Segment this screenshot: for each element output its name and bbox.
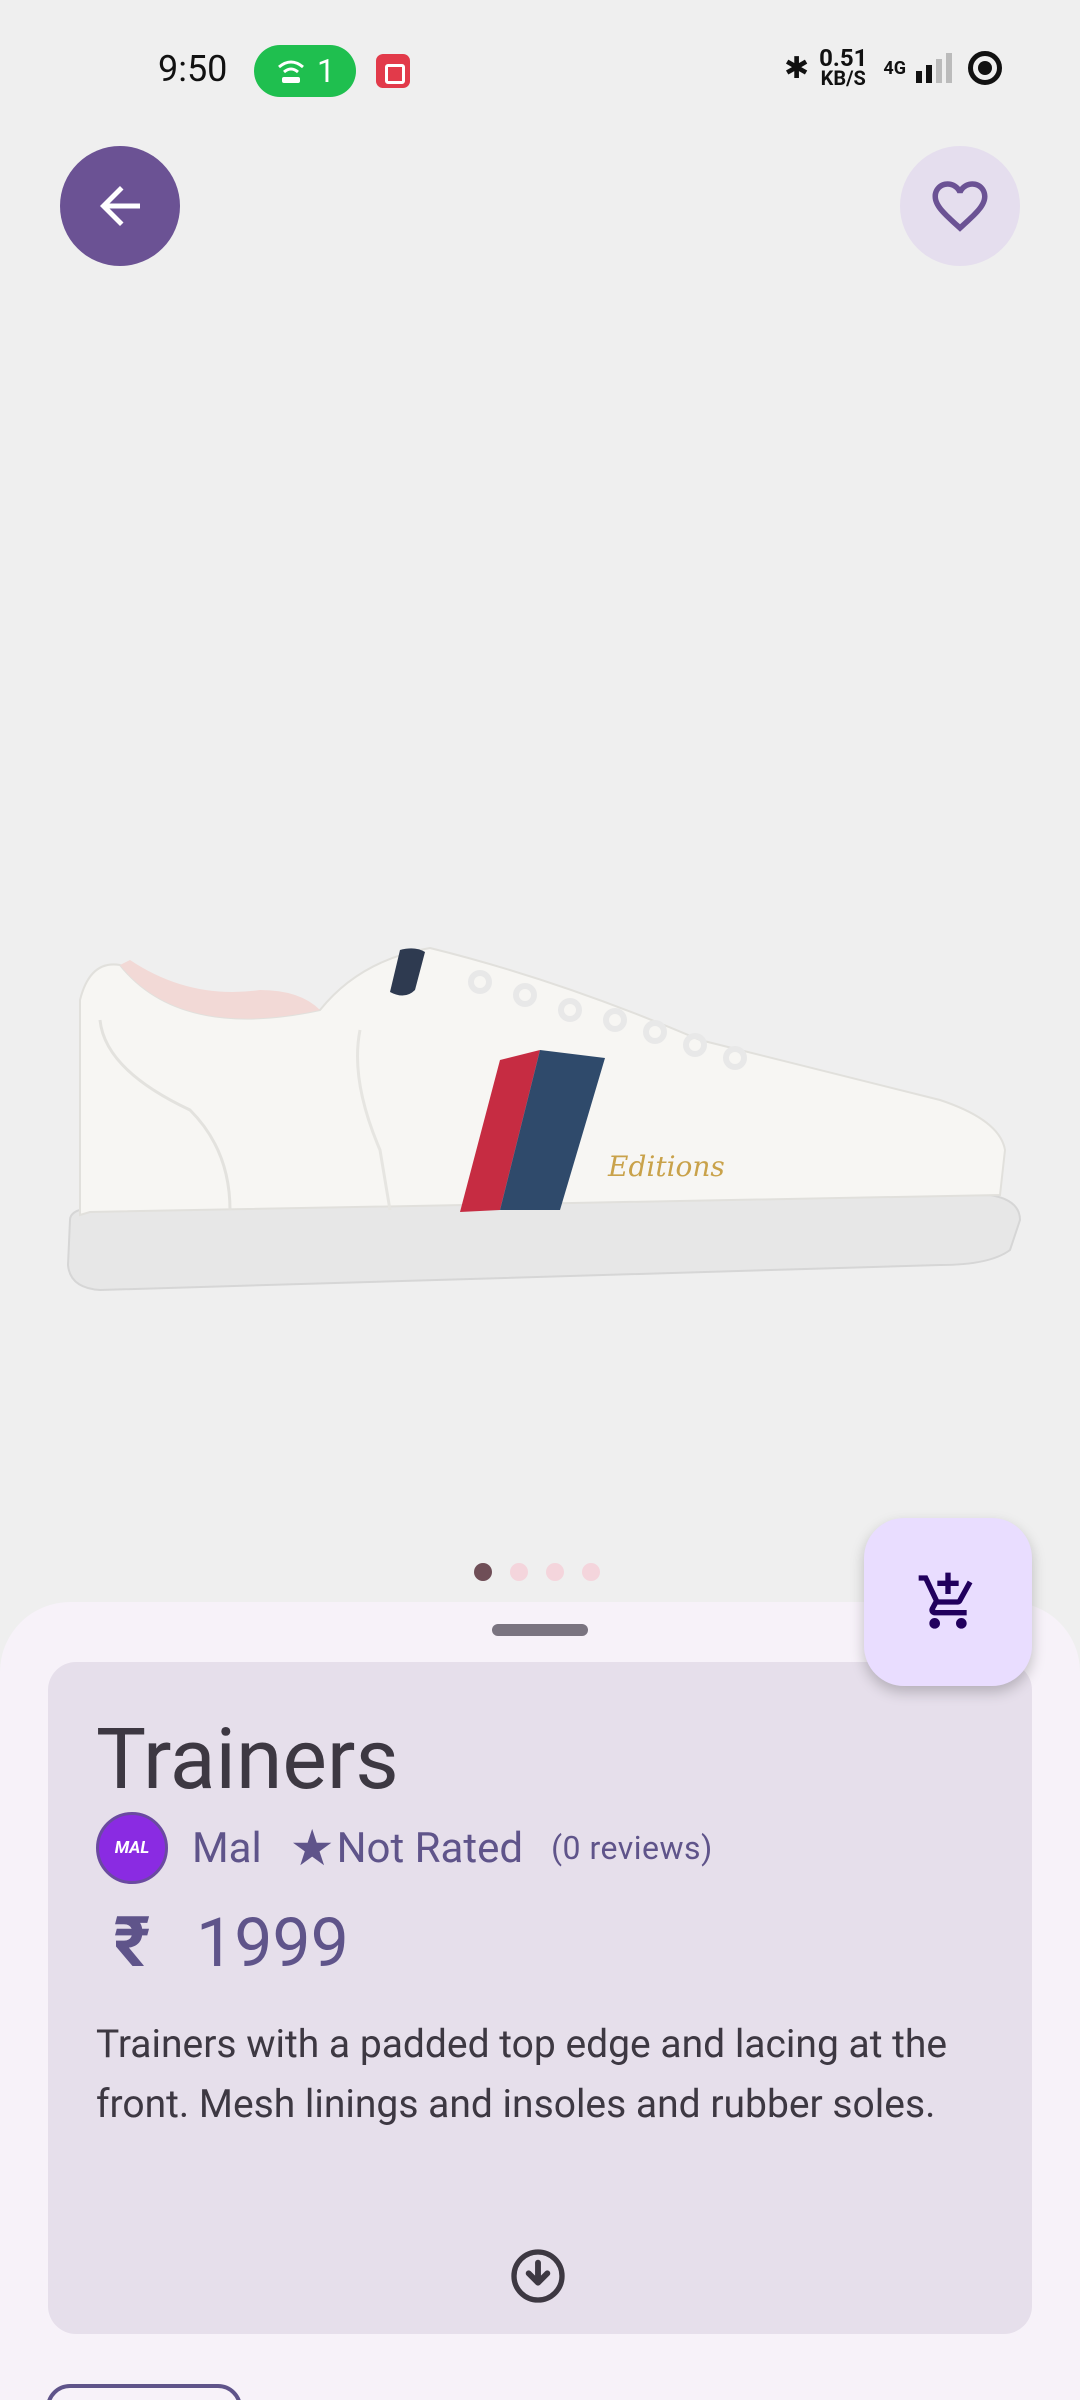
brand-logo[interactable]: MAL [96, 1812, 168, 1884]
product-image: Editions [66, 946, 1022, 1292]
back-button[interactable] [60, 146, 180, 266]
network-speed: 0.51 KB/S [819, 44, 868, 90]
price-value: 1999 [196, 1903, 349, 1983]
star-icon: ★ [289, 1819, 335, 1878]
hotspot-icon [278, 60, 304, 83]
network-type: 4G [883, 57, 906, 79]
heart-outline-icon [932, 181, 988, 232]
status-bar: 9:50 1 ✱ 0.51 KB/S 4G [0, 0, 1080, 140]
product-detail-screen: Editions 9:50 1 ✱ 0.51 KB/S 4G Trainers … [0, 0, 1080, 2400]
rating-text: Not Rated [336, 1823, 524, 1873]
brand-name[interactable]: Mal [192, 1824, 262, 1873]
rupee-icon: ₹ [113, 1902, 151, 1984]
product-info-card: Trainers MAL Mal ★ Not Rated (0 reviews)… [48, 1662, 1032, 2334]
carousel-dot[interactable] [510, 1563, 528, 1581]
bluetooth-icon: ✱ [783, 50, 810, 86]
product-meta-row: MAL Mal ★ Not Rated (0 reviews) [96, 1812, 713, 1884]
status-icons: ✱ 0.51 KB/S 4G [783, 44, 1002, 90]
arrow-back-icon [100, 186, 140, 226]
status-time: 9:50 [158, 48, 228, 90]
add-to-cart-button[interactable] [864, 1518, 1032, 1686]
sheet-drag-handle[interactable] [492, 1624, 588, 1636]
favorite-button[interactable] [900, 146, 1020, 266]
shoe-brand-text: Editions [607, 1150, 725, 1183]
product-details-sheet[interactable]: Trainers MAL Mal ★ Not Rated (0 reviews)… [0, 1602, 1080, 2400]
signal-icon [916, 53, 952, 83]
carousel-dot[interactable] [582, 1563, 600, 1581]
carousel-indicator [474, 1563, 600, 1581]
hotspot-indicator: 1 [254, 45, 356, 97]
screen-record-icon [376, 54, 410, 88]
carousel-dot-active[interactable] [474, 1563, 492, 1581]
expand-down-circle-icon[interactable] [506, 2244, 570, 2308]
price-row: ₹ 1999 [96, 1902, 349, 1984]
hotspot-count: 1 [317, 52, 335, 90]
partial-outlined-button[interactable] [46, 2384, 242, 2400]
product-title: Trainers [96, 1710, 399, 1809]
network-speed-value: 0.51 [819, 44, 868, 72]
product-description: Trainers with a padded top edge and laci… [96, 2021, 948, 2127]
focus-mode-icon [968, 51, 1002, 85]
carousel-dot[interactable] [546, 1563, 564, 1581]
add-shopping-cart-icon [918, 1572, 973, 1629]
network-speed-unit: KB/S [820, 66, 866, 90]
reviews-count[interactable]: (0 reviews) [551, 1829, 713, 1867]
